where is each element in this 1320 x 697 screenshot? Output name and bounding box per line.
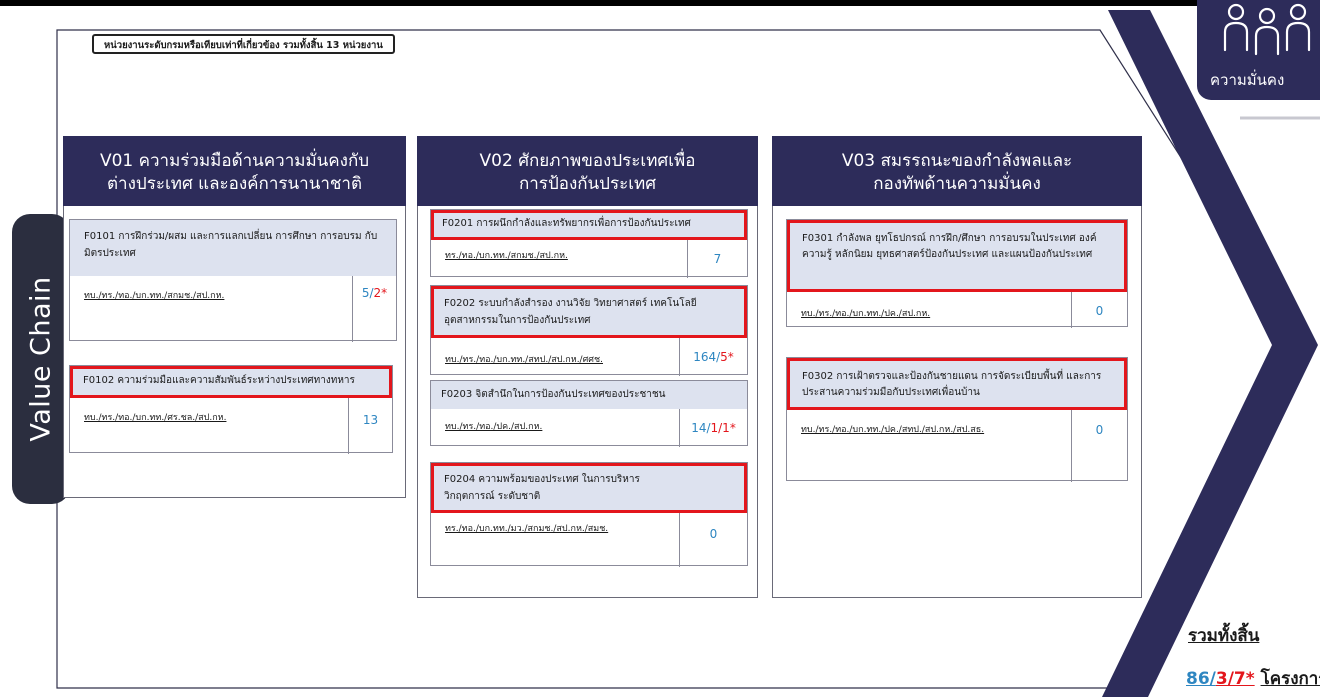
item-f0101-title: F0101 การฝึกร่วม/ผสม และการแลกเปลี่ยน กา…: [70, 220, 396, 276]
item-f0102-agencies: ทบ./ทร./ทอ./บก.ทท./ศร.ชล./สป.กห.: [84, 413, 227, 423]
total-label: รวมทั้งสิ้น: [1188, 626, 1260, 646]
item-f0202-agencies: ทบ./ทร./ทอ./บก.ทท./สทป./สป.กห./ศศช.: [445, 355, 603, 365]
item-f0204[interactable]: F0204 ความพร้อมของประเทศ ในการบริหารวิกฤ…: [430, 462, 748, 567]
item-f0203-count: 14/1/1*: [679, 409, 747, 447]
column-v02-title-line2: การป้องกันประเทศ: [518, 174, 657, 194]
column-v02-title-line1: V02 ศักยภาพของประเทศเพื่อ: [479, 151, 696, 171]
item-f0102-count: 13: [348, 398, 392, 454]
column-v02-header: V02 ศักยภาพของประเทศเพื่อ การป้องกันประเ…: [417, 136, 758, 206]
item-f0201-count: 7: [687, 240, 747, 278]
item-f0101-agencies: ทบ./ทร./ทอ./บก.ทท./สกมช./สป.กห.: [84, 291, 225, 301]
item-f0101-count: 5/2*: [352, 276, 396, 342]
item-f0203-title: F0203 จิตสำนึกในการป้องกันประเทศของประชา…: [431, 381, 747, 409]
item-f0201-title: F0201 การผนึกกำลังและทรัพยากรเพื่อการป้อ…: [431, 210, 747, 240]
security-badge-label: ความมั่นคง: [1210, 71, 1285, 89]
item-f0301-agencies: ทบ./ทร./ทอ./บก.ทท./ปค./สป.กห.: [801, 309, 931, 319]
item-f0302-title: F0302 การเฝ้าตรวจและป้องกันชายแดน การจัด…: [787, 358, 1127, 410]
item-f0202[interactable]: F0202 ระบบกำลังสำรอง งานวิจัย วิทยาศาสตร…: [430, 285, 748, 376]
item-f0203-agencies: ทบ./ทร./ทอ./ปค./สป.กห.: [445, 422, 543, 432]
item-f0101[interactable]: F0101 การฝึกร่วม/ผสม และการแลกเปลี่ยน กา…: [69, 219, 397, 342]
item-f0204-title: F0204 ความพร้อมของประเทศ ในการบริหารวิกฤ…: [431, 463, 747, 513]
item-f0203[interactable]: F0203 จิตสำนึกในการป้องกันประเทศของประชา…: [430, 380, 748, 447]
item-f0201[interactable]: F0201 การผนึกกำลังและทรัพยากรเพื่อการป้อ…: [430, 209, 748, 278]
column-v01-header: V01 ความร่วมมือด้านความมั่นคงกับ ต่างประ…: [63, 136, 406, 206]
item-f0202-title: F0202 ระบบกำลังสำรอง งานวิจัย วิทยาศาสตร…: [431, 286, 747, 338]
item-f0302[interactable]: F0302 การเฝ้าตรวจและป้องกันชายแดน การจัด…: [786, 357, 1128, 482]
security-badge: ความมั่นคง: [1197, 0, 1320, 100]
item-f0102-title: F0102 ความร่วมมือและความสัมพันธ์ระหว่างป…: [70, 366, 392, 398]
column-v01-title-line2: ต่างประเทศ และองค์การนานาชาติ: [107, 174, 362, 194]
item-f0201-agencies: ทร./ทอ./บก.ทท./สกมช./สป.กห.: [445, 251, 568, 261]
column-v03-title-line2: กองทัพด้านความมั่นคง: [873, 174, 1041, 194]
value-chain-label: Value Chain: [25, 276, 57, 442]
item-f0204-agencies: ทร./ทอ./บก.ทท./มว./สกมช./สป.กห./สมช.: [445, 524, 609, 534]
item-f0301[interactable]: F0301 กำลังพล ยุทโธปกรณ์ การฝึก/ศึกษา กา…: [786, 219, 1128, 328]
item-f0302-count: 0: [1071, 410, 1127, 482]
value-chain-tab: Value Chain: [12, 214, 70, 504]
column-v03-header: V03 สมรรถนะของกำลังพลและ กองทัพด้านความม…: [772, 136, 1142, 206]
item-f0302-agencies: ทบ./ทร./ทอ./บก.ทท./ปค./สทป./สป.กห./สป.สธ…: [801, 425, 985, 435]
unit-count-note: หน่วยงานระดับกรมหรือเทียบเท่าที่เกี่ยวข้…: [92, 34, 395, 54]
people-group-icon: [1223, 3, 1311, 56]
column-v01-title-line1: V01 ความร่วมมือด้านความมั่นคงกับ: [99, 151, 370, 171]
item-f0202-count: 164/5*: [679, 338, 747, 376]
column-v03-title-line1: V03 สมรรถนะของกำลังพลและ: [841, 151, 1073, 171]
total-value: 86/3/7* โครงการ: [1186, 669, 1320, 689]
item-f0102[interactable]: F0102 ความร่วมมือและความสัมพันธ์ระหว่างป…: [69, 365, 393, 454]
item-f0301-count: 0: [1071, 292, 1127, 328]
item-f0301-title: F0301 กำลังพล ยุทโธปกรณ์ การฝึก/ศึกษา กา…: [787, 220, 1127, 292]
item-f0204-count: 0: [679, 513, 747, 567]
